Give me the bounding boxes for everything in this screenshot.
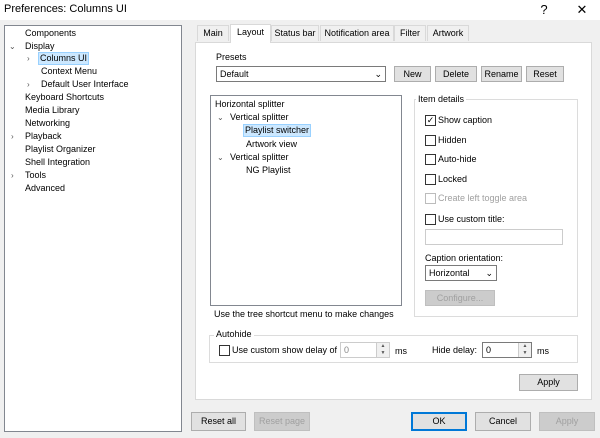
hide-delay-label: Hide delay:: [432, 345, 478, 355]
cancel-button[interactable]: Cancel: [475, 412, 531, 431]
hidden-checkbox[interactable]: [425, 135, 436, 146]
expanded-icon[interactable]: ⌄: [217, 151, 224, 164]
ms-unit-label-2: ms: [537, 346, 549, 356]
tree-item-media-library[interactable]: Media Library: [24, 104, 81, 117]
create-left-toggle-label: Create left toggle area: [438, 193, 528, 203]
collapsed-icon[interactable]: ›: [27, 78, 30, 91]
layout-node-horizontal-splitter[interactable]: Horizontal splitter: [214, 98, 286, 111]
reset-page-button[interactable]: Reset page: [254, 412, 310, 431]
ms-unit-label: ms: [395, 346, 407, 356]
show-caption-label: Show caption: [438, 115, 493, 125]
expanded-icon[interactable]: ⌄: [217, 111, 224, 124]
delete-preset-button[interactable]: Delete: [435, 66, 477, 82]
tree-item-advanced[interactable]: Advanced: [24, 182, 66, 195]
presets-dropdown[interactable]: Default ⌄: [216, 66, 386, 82]
help-button[interactable]: ?: [530, 1, 558, 19]
tree-item-keyboard-shortcuts[interactable]: Keyboard Shortcuts: [24, 91, 105, 104]
tab-notification-area[interactable]: Notification area: [320, 25, 394, 41]
window-title: Preferences: Columns UI: [4, 3, 127, 15]
use-custom-title-checkbox[interactable]: [425, 214, 436, 225]
new-preset-button[interactable]: New: [394, 66, 431, 82]
reset-preset-button[interactable]: Reset: [526, 66, 564, 82]
apply-button[interactable]: Apply: [539, 412, 595, 431]
hide-delay-value: 0: [486, 345, 492, 355]
collapsed-icon[interactable]: ›: [27, 52, 30, 65]
caption-orientation-label: Caption orientation:: [425, 253, 504, 263]
auto-hide-checkbox[interactable]: [425, 154, 436, 165]
hidden-label: Hidden: [438, 135, 467, 145]
item-details-label: Item details: [416, 94, 467, 104]
close-button[interactable]: ✕: [568, 1, 596, 19]
layout-hint: Use the tree shortcut menu to make chang…: [214, 309, 394, 319]
use-custom-delay-label: Use custom show delay of: [232, 345, 338, 355]
spin-arrows-icon[interactable]: ▲ ▼: [376, 343, 389, 357]
tab-layout[interactable]: Layout: [230, 24, 271, 43]
caption-orientation-value: Horizontal: [429, 268, 470, 278]
tab-main[interactable]: Main: [197, 25, 229, 41]
autohide-label: Autohide: [214, 329, 254, 339]
tab-status-bar[interactable]: Status bar: [271, 25, 319, 41]
create-left-toggle-checkbox[interactable]: [425, 193, 436, 204]
hide-delay-spinner[interactable]: 0 ▲ ▼: [482, 342, 532, 358]
chevron-down-icon: ⌄: [485, 268, 493, 278]
tree-item-playback[interactable]: Playback: [24, 130, 63, 143]
tab-artwork[interactable]: Artwork: [427, 25, 469, 41]
custom-title-input[interactable]: [425, 229, 563, 245]
item-details-group: [414, 99, 578, 317]
tree-item-components[interactable]: Components: [24, 27, 77, 40]
show-delay-spinner[interactable]: 0 ▲ ▼: [340, 342, 390, 358]
collapsed-icon[interactable]: ›: [11, 130, 14, 143]
expanded-icon[interactable]: ⌄: [9, 40, 16, 53]
locked-checkbox[interactable]: [425, 174, 436, 185]
layout-node-ng-playlist[interactable]: NG Playlist: [245, 164, 292, 177]
chevron-down-icon: ⌄: [374, 69, 382, 79]
tree-item-tools[interactable]: Tools: [24, 169, 47, 182]
ok-button[interactable]: OK: [411, 412, 467, 431]
rename-preset-button[interactable]: Rename: [481, 66, 522, 82]
use-custom-delay-checkbox[interactable]: [219, 345, 230, 356]
show-delay-value: 0: [344, 345, 350, 355]
tree-item-shell-integration[interactable]: Shell Integration: [24, 156, 91, 169]
layout-node-artwork-view[interactable]: Artwork view: [245, 138, 298, 151]
spin-arrows-icon[interactable]: ▲ ▼: [518, 343, 531, 357]
tree-item-columns-ui[interactable]: Columns UI: [38, 52, 90, 65]
tree-item-default-ui[interactable]: Default User Interface: [40, 78, 130, 91]
tab-filter[interactable]: Filter: [394, 25, 426, 41]
show-caption-checkbox[interactable]: ✓: [425, 115, 436, 126]
tree-item-networking[interactable]: Networking: [24, 117, 71, 130]
caption-orientation-dropdown[interactable]: Horizontal ⌄: [425, 265, 497, 281]
reset-all-button[interactable]: Reset all: [191, 412, 246, 431]
collapsed-icon[interactable]: ›: [11, 169, 14, 182]
locked-label: Locked: [438, 174, 468, 184]
presets-selected: Default: [220, 69, 249, 79]
use-custom-title-label: Use custom title:: [438, 214, 505, 224]
presets-label: Presets: [216, 52, 247, 62]
layout-node-vertical-splitter-2[interactable]: Vertical splitter: [229, 151, 290, 164]
panel-apply-button[interactable]: Apply: [519, 374, 578, 391]
auto-hide-label: Auto-hide: [438, 154, 477, 164]
tree-item-context-menu[interactable]: Context Menu: [40, 65, 98, 78]
layout-node-vertical-splitter[interactable]: Vertical splitter: [229, 111, 290, 124]
tree-item-playlist-organizer[interactable]: Playlist Organizer: [24, 143, 97, 156]
configure-button[interactable]: Configure...: [425, 290, 495, 306]
layout-node-playlist-switcher[interactable]: Playlist switcher: [243, 124, 312, 137]
